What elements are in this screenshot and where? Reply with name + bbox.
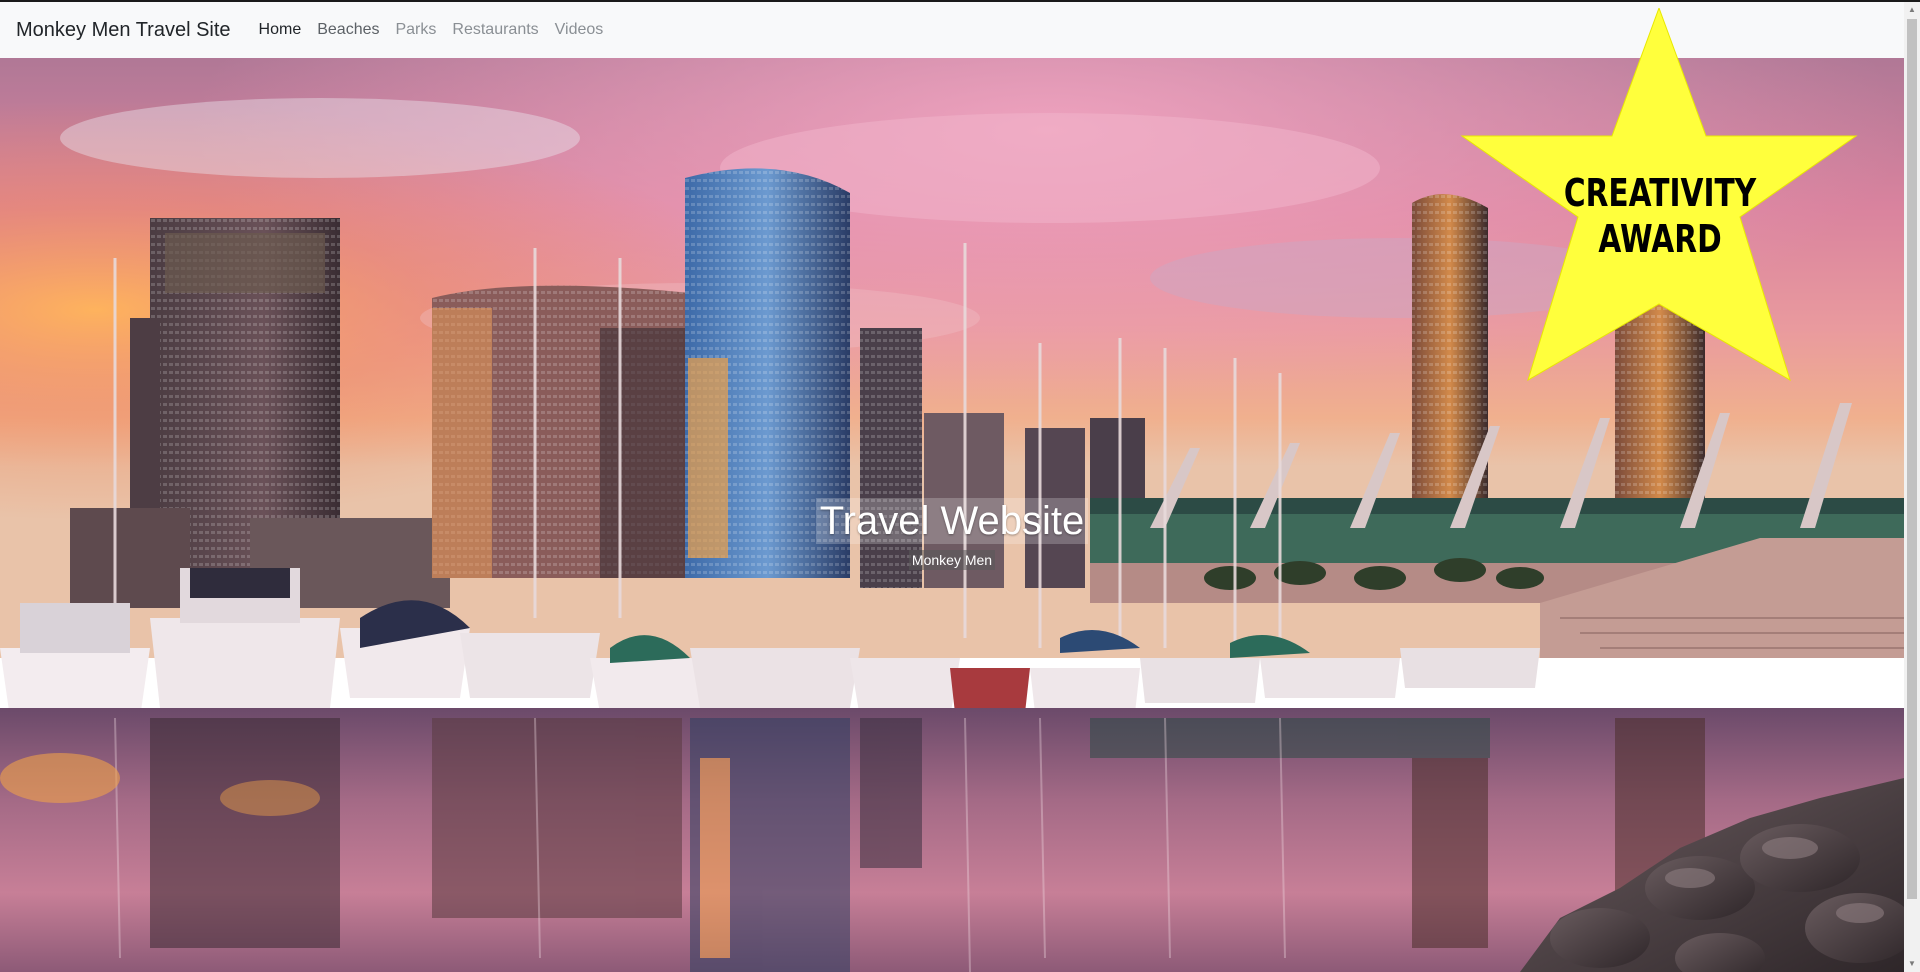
nav-link-parks[interactable]: Parks xyxy=(387,13,444,47)
award-label: CREATIVITY AWARD xyxy=(1504,170,1816,262)
scroll-down-arrow-icon[interactable]: ▼ xyxy=(1904,956,1920,972)
nav-link-restaurants[interactable]: Restaurants xyxy=(444,13,546,47)
nav-link-home[interactable]: Home xyxy=(251,13,310,47)
award-line-2: AWARD xyxy=(1598,217,1722,261)
hero-caption: Travel Website Monkey Men xyxy=(0,498,1904,570)
navbar-brand[interactable]: Monkey Men Travel Site xyxy=(16,19,231,42)
award-line-1: CREATIVITY xyxy=(1563,171,1757,215)
creativity-award-badge: CREATIVITY AWARD xyxy=(1460,6,1860,388)
nav-link-videos[interactable]: Videos xyxy=(547,13,612,47)
scrollbar-thumb[interactable] xyxy=(1907,19,1917,899)
hero-title: Travel Website xyxy=(815,498,1089,544)
page: Monkey Men Travel Site Home Beaches Park… xyxy=(0,0,1920,972)
vertical-scrollbar[interactable]: ▲ ▼ xyxy=(1904,2,1920,972)
scroll-up-arrow-icon[interactable]: ▲ xyxy=(1904,2,1920,18)
nav-links: Home Beaches Parks Restaurants Videos xyxy=(251,13,612,47)
nav-link-beaches[interactable]: Beaches xyxy=(309,13,387,47)
hero-subtitle: Monkey Men xyxy=(908,550,996,570)
